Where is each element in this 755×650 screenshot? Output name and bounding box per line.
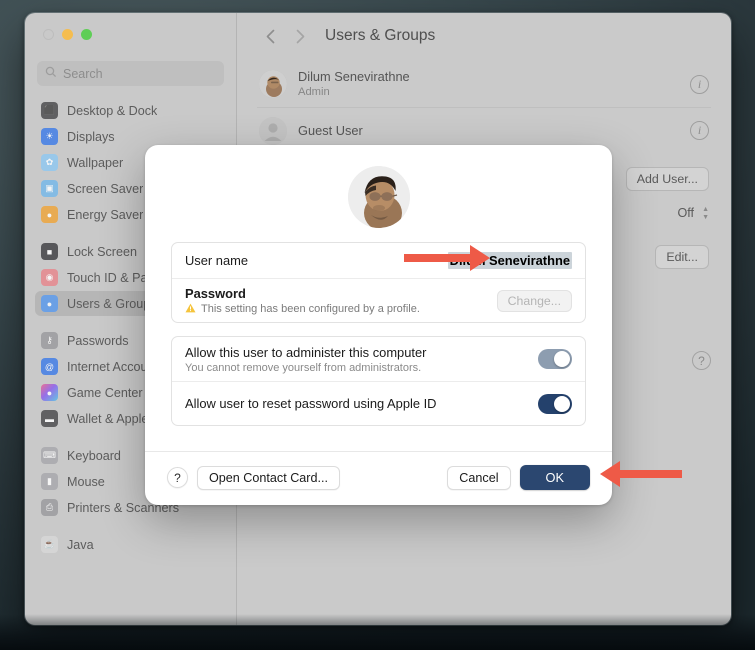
wallet-apple-pay-icon: ▬: [41, 410, 58, 427]
add-user-button[interactable]: Add User...: [625, 167, 709, 191]
table-row[interactable]: Dilum Senevirathne Admin i: [257, 61, 711, 107]
sidebar-item-label: Displays: [67, 129, 115, 144]
sidebar-item-label: Java: [67, 537, 94, 552]
account-group: User name Dilum Senevirathne Password Th…: [171, 242, 586, 323]
search-field[interactable]: Search: [37, 61, 224, 86]
apple-id-reset-toggle[interactable]: [538, 393, 572, 414]
warning-triangle-icon: [185, 303, 196, 316]
password-label: Password: [185, 285, 246, 301]
info-icon[interactable]: i: [690, 74, 709, 94]
forward-button[interactable]: [287, 23, 313, 49]
printers-scanners-icon: ⎙: [41, 499, 58, 516]
close-button[interactable]: [43, 29, 54, 40]
sidebar-group-separator: [35, 521, 226, 532]
desktop-background: Search ⬛ Desktop & Dock ☀ Displays ✿ Wallpape…: [0, 0, 755, 650]
user-name: Dilum Senevirathne: [298, 69, 410, 84]
lock-screen-icon: ■: [41, 243, 58, 260]
password-row: Password This setting has been configure…: [172, 278, 585, 322]
apple-id-reset-row: Allow user to reset password using Apple…: [172, 381, 585, 425]
sidebar-item-label: Desktop & Dock: [67, 103, 158, 118]
password-note-text: This setting has been configured by a pr…: [201, 303, 420, 315]
sheet-avatar-area: [145, 145, 612, 242]
help-button[interactable]: ?: [167, 467, 188, 488]
password-text-block: Password This setting has been configure…: [185, 286, 420, 316]
user-name-input[interactable]: Dilum Senevirathne: [447, 252, 572, 269]
pane-navigation-bar: Users & Groups: [237, 13, 731, 59]
mouse-icon: ▮: [41, 473, 58, 490]
cancel-button[interactable]: Cancel: [447, 465, 511, 490]
user-name-row: User name Dilum Senevirathne: [172, 243, 585, 278]
administer-note: You cannot remove yourself from administ…: [185, 361, 422, 374]
user-role: Admin: [298, 85, 330, 98]
sidebar-item-label: Keyboard: [67, 448, 121, 463]
sidebar-item-label: Game Center: [67, 385, 143, 400]
administer-toggle[interactable]: [538, 349, 572, 369]
user-text-block: Dilum Senevirathne Admin: [298, 69, 679, 99]
search-icon: [45, 65, 57, 83]
administer-row: Allow this user to administer this compu…: [172, 337, 585, 381]
sidebar-item-label: Screen Saver: [67, 181, 144, 196]
window-traffic-lights: [35, 13, 226, 55]
game-center-icon: ●: [41, 384, 58, 401]
avatar: [259, 70, 287, 98]
administer-label: Allow this user to administer this compu…: [185, 344, 427, 360]
passwords-icon: ⚷: [41, 332, 58, 349]
apple-id-reset-label: Allow user to reset password using Apple…: [185, 396, 437, 411]
info-icon[interactable]: i: [690, 121, 709, 140]
minimize-button[interactable]: [62, 29, 73, 40]
screen-saver-icon: ▣: [41, 180, 58, 197]
touch-id-icon: ◉: [41, 269, 58, 286]
user-name-label: User name: [185, 253, 249, 268]
administer-text-block: Allow this user to administer this compu…: [185, 345, 426, 374]
chevron-up-down-icon[interactable]: ▲ ▼: [702, 206, 709, 221]
user-name: Guest User: [298, 122, 363, 138]
desktop-dock-icon: ⬛: [41, 102, 58, 119]
java-icon: ☕: [41, 536, 58, 553]
users-groups-icon: ●: [41, 295, 58, 312]
edit-button[interactable]: Edit...: [655, 245, 709, 269]
internet-accounts-icon: @: [41, 358, 58, 375]
automatic-login-value: Off: [677, 206, 695, 220]
sidebar-item-java[interactable]: ☕ Java: [35, 532, 226, 557]
user-text-block: Guest User: [298, 123, 679, 139]
sidebar-item-label: Wallpaper: [67, 155, 124, 170]
help-button[interactable]: ?: [692, 351, 711, 370]
edit-user-sheet: User name Dilum Senevirathne Password Th…: [145, 145, 612, 505]
search-placeholder: Search: [63, 66, 103, 81]
back-button[interactable]: [257, 23, 283, 49]
sidebar-item-label: Energy Saver: [67, 207, 144, 222]
wallpaper-icon: ✿: [41, 154, 58, 171]
change-password-button: Change...: [496, 289, 572, 312]
open-contact-card-button[interactable]: Open Contact Card...: [197, 465, 341, 490]
sidebar-item-label: Passwords: [67, 333, 129, 348]
permissions-group: Allow this user to administer this compu…: [171, 336, 586, 426]
sheet-body: User name Dilum Senevirathne Password Th…: [145, 242, 612, 426]
avatar: [259, 116, 287, 145]
displays-icon: ☀: [41, 128, 58, 145]
sheet-footer: ? Open Contact Card... Cancel OK: [145, 451, 612, 505]
sidebar-item-desktop-dock[interactable]: ⬛ Desktop & Dock: [35, 98, 226, 123]
sidebar-item-label: Users & Groups: [67, 296, 157, 311]
energy-saver-icon: ●: [41, 206, 58, 223]
password-note: This setting has been configured by a pr…: [185, 303, 420, 316]
user-avatar[interactable]: [347, 166, 410, 228]
page-title: Users & Groups: [325, 27, 436, 44]
keyboard-icon: ⌨: [41, 447, 58, 464]
zoom-button[interactable]: [81, 29, 92, 40]
sidebar-item-label: Lock Screen: [67, 244, 138, 259]
ok-button[interactable]: OK: [519, 465, 590, 490]
sidebar-item-label: Mouse: [67, 474, 105, 489]
